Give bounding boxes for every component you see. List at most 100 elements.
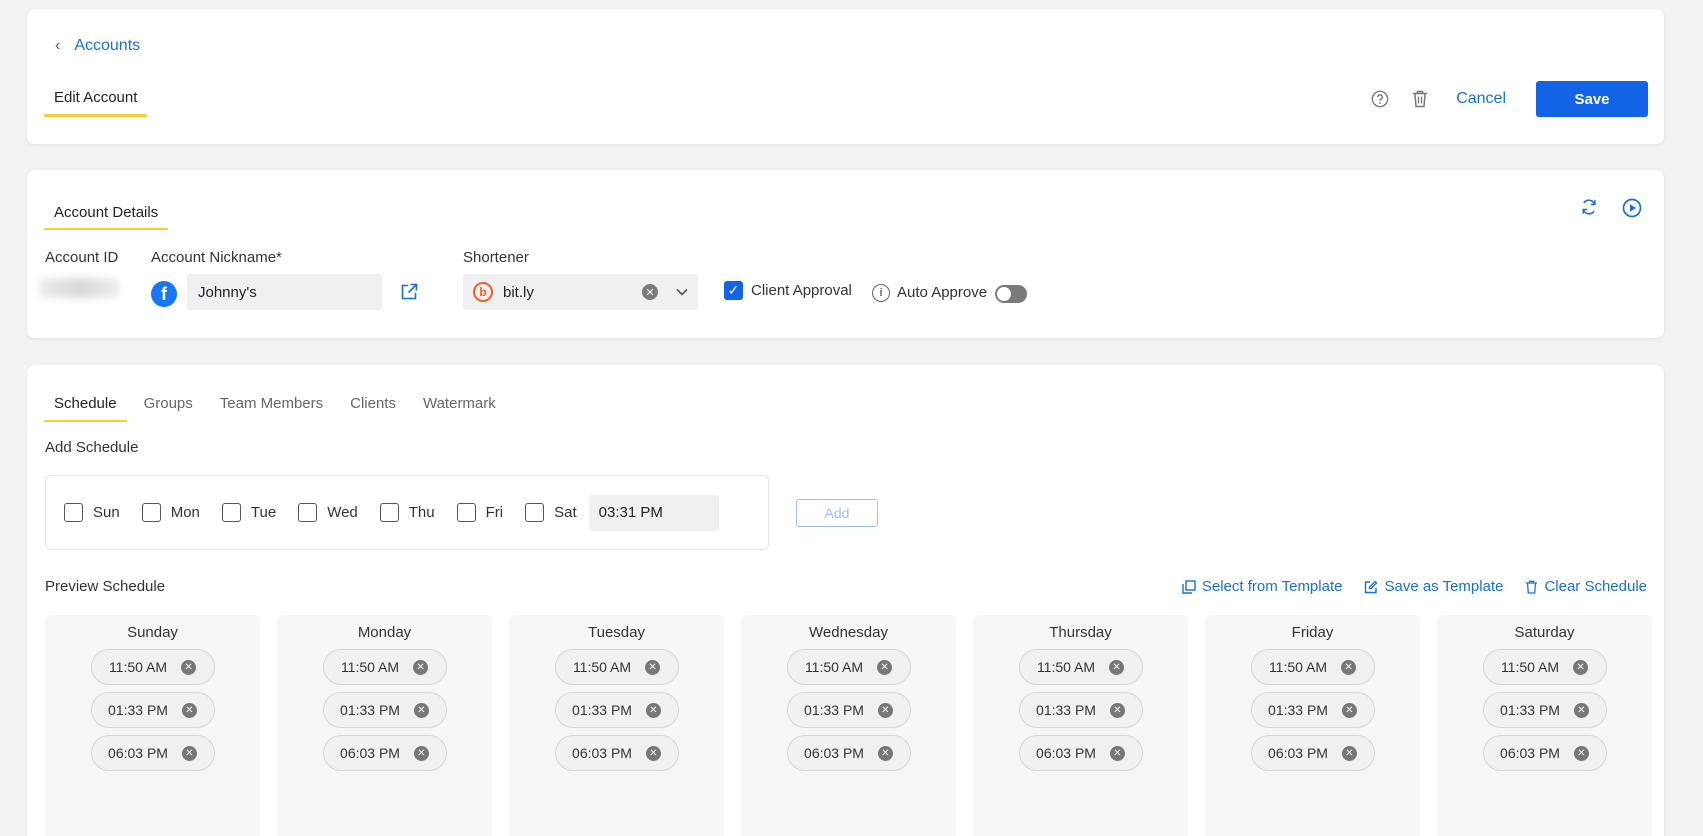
time-chip-label: 11:50 AM (1036, 659, 1096, 675)
time-input[interactable] (588, 494, 719, 531)
time-chip-label: 06:03 PM (108, 745, 168, 761)
time-chip-label: 01:33 PM (804, 702, 864, 718)
header-card: ‹ Accounts Edit Account Cancel Save (27, 9, 1664, 144)
tab-team-members[interactable]: Team Members (210, 395, 333, 422)
remove-time-icon[interactable]: ✕ (877, 702, 893, 718)
remove-time-icon[interactable]: ✕ (1109, 702, 1125, 718)
day-label: Thu (408, 504, 435, 521)
day-title: Thursday (1049, 624, 1112, 641)
help-icon[interactable] (1370, 89, 1390, 109)
remove-time-icon[interactable]: ✕ (1573, 702, 1589, 718)
remove-time-icon[interactable]: ✕ (1573, 745, 1589, 761)
play-circle-icon[interactable] (1622, 198, 1642, 223)
remove-time-icon[interactable]: ✕ (877, 659, 893, 675)
tab-groups[interactable]: Groups (134, 395, 203, 422)
checkbox[interactable] (525, 503, 545, 522)
time-chip: 06:03 PM ✕ (1482, 735, 1607, 771)
header-actions: Cancel Save (1370, 81, 1648, 117)
nickname-label: Account Nickname* (151, 249, 282, 266)
back-link[interactable]: ‹ Accounts (55, 37, 140, 55)
trash-icon (1526, 580, 1538, 594)
remove-time-icon[interactable]: ✕ (645, 702, 661, 718)
day-title: Saturday (1514, 624, 1575, 641)
tab-edit-account[interactable]: Edit Account (44, 89, 148, 117)
remove-time-icon[interactable]: ✕ (645, 659, 661, 675)
schedule-card: Schedule Groups Team Members Clients Wat… (27, 365, 1664, 836)
clear-schedule-button[interactable]: Clear Schedule (1525, 578, 1647, 595)
info-icon[interactable]: i (872, 284, 890, 302)
day-label: Mon (170, 504, 200, 521)
day-label: Sun (93, 504, 120, 521)
remove-time-icon[interactable]: ✕ (1341, 702, 1357, 718)
remove-time-icon[interactable]: ✕ (413, 745, 429, 761)
tab-clients[interactable]: Clients (340, 395, 406, 422)
day-title: Monday (357, 624, 412, 641)
time-chip-label: 01:33 PM (572, 702, 632, 718)
save-template-label: Save as Template (1384, 578, 1504, 595)
remove-time-icon[interactable]: ✕ (1341, 659, 1357, 675)
tab-schedule[interactable]: Schedule (44, 395, 127, 422)
facebook-icon: f (151, 281, 177, 307)
remove-time-icon[interactable]: ✕ (413, 702, 429, 718)
checkbox[interactable] (379, 503, 399, 522)
day-column-wednesday: Wednesday 11:50 AM ✕ 01:33 PM ✕ 06:03 PM ✕ (741, 615, 956, 836)
time-chip: 11:50 AM ✕ (554, 649, 679, 685)
day-title: Wednesday (809, 624, 888, 641)
tab-watermark[interactable]: Watermark (413, 395, 506, 422)
time-chip-label: 01:33 PM (108, 702, 168, 718)
checkbox[interactable] (141, 503, 161, 522)
time-chip: 01:33 PM ✕ (554, 692, 679, 728)
trash-icon[interactable] (1410, 89, 1430, 109)
day-title: Friday (1291, 624, 1334, 641)
clear-icon[interactable]: ✕ (642, 284, 658, 300)
time-chip: 01:33 PM ✕ (322, 692, 447, 728)
account-details-card: Account Details Account ID Account Nickn… (27, 170, 1664, 338)
day-checkbox-sat[interactable]: Sat (525, 503, 577, 522)
remove-time-icon[interactable]: ✕ (181, 702, 197, 718)
cancel-button[interactable]: Cancel (1456, 90, 1506, 108)
remove-time-icon[interactable]: ✕ (645, 745, 661, 761)
shortener-select[interactable]: b bit.ly ✕ (463, 274, 698, 310)
checkbox[interactable] (298, 503, 318, 522)
time-chip-label: 01:33 PM (1268, 702, 1328, 718)
day-checkbox-fri[interactable]: Fri (456, 503, 503, 522)
auto-approve-toggle[interactable] (995, 285, 1027, 303)
day-title: Sunday (127, 624, 178, 641)
remove-time-icon[interactable]: ✕ (1573, 659, 1589, 675)
day-column-thursday: Thursday 11:50 AM ✕ 01:33 PM ✕ 06:03 PM ✕ (973, 615, 1188, 836)
remove-time-icon[interactable]: ✕ (413, 659, 429, 675)
checkbox[interactable] (456, 503, 476, 522)
day-checkbox-mon[interactable]: Mon (141, 503, 200, 522)
checkbox[interactable] (221, 503, 241, 522)
save-template-button[interactable]: Save as Template (1364, 578, 1503, 595)
day-label: Tue (250, 504, 277, 521)
remove-time-icon[interactable]: ✕ (181, 659, 197, 675)
chevron-down-icon[interactable] (676, 285, 688, 299)
time-chip: 11:50 AM ✕ (322, 649, 447, 685)
time-chip-label: 11:50 AM (108, 659, 168, 675)
time-chip: 06:03 PM ✕ (1018, 735, 1143, 771)
remove-time-icon[interactable]: ✕ (1341, 745, 1357, 761)
save-button[interactable]: Save (1536, 81, 1648, 117)
remove-time-icon[interactable]: ✕ (1109, 745, 1125, 761)
add-button[interactable]: Add (796, 499, 878, 527)
day-checkbox-thu[interactable]: Thu (379, 503, 435, 522)
day-checkbox-sun[interactable]: Sun (64, 503, 120, 522)
clear-schedule-label: Clear Schedule (1544, 578, 1647, 595)
refresh-icon[interactable] (1580, 198, 1598, 223)
select-template-button[interactable]: Select from Template (1182, 578, 1342, 595)
tab-account-details[interactable]: Account Details (44, 204, 169, 230)
remove-time-icon[interactable]: ✕ (181, 745, 197, 761)
remove-time-icon[interactable]: ✕ (1109, 659, 1125, 675)
remove-time-icon[interactable]: ✕ (877, 745, 893, 761)
details-actions (1580, 198, 1642, 223)
client-approval-checkbox[interactable]: ✓ (724, 281, 743, 300)
time-chip: 01:33 PM ✕ (786, 692, 911, 728)
time-chip-label: 06:03 PM (804, 745, 864, 761)
external-link-icon[interactable] (400, 283, 418, 306)
day-checkbox-wed[interactable]: Wed (298, 503, 358, 522)
day-column-tuesday: Tuesday 11:50 AM ✕ 01:33 PM ✕ 06:03 PM ✕ (509, 615, 724, 836)
day-checkbox-tue[interactable]: Tue (221, 503, 277, 522)
checkbox[interactable] (64, 503, 83, 522)
nickname-input[interactable] (187, 274, 382, 310)
